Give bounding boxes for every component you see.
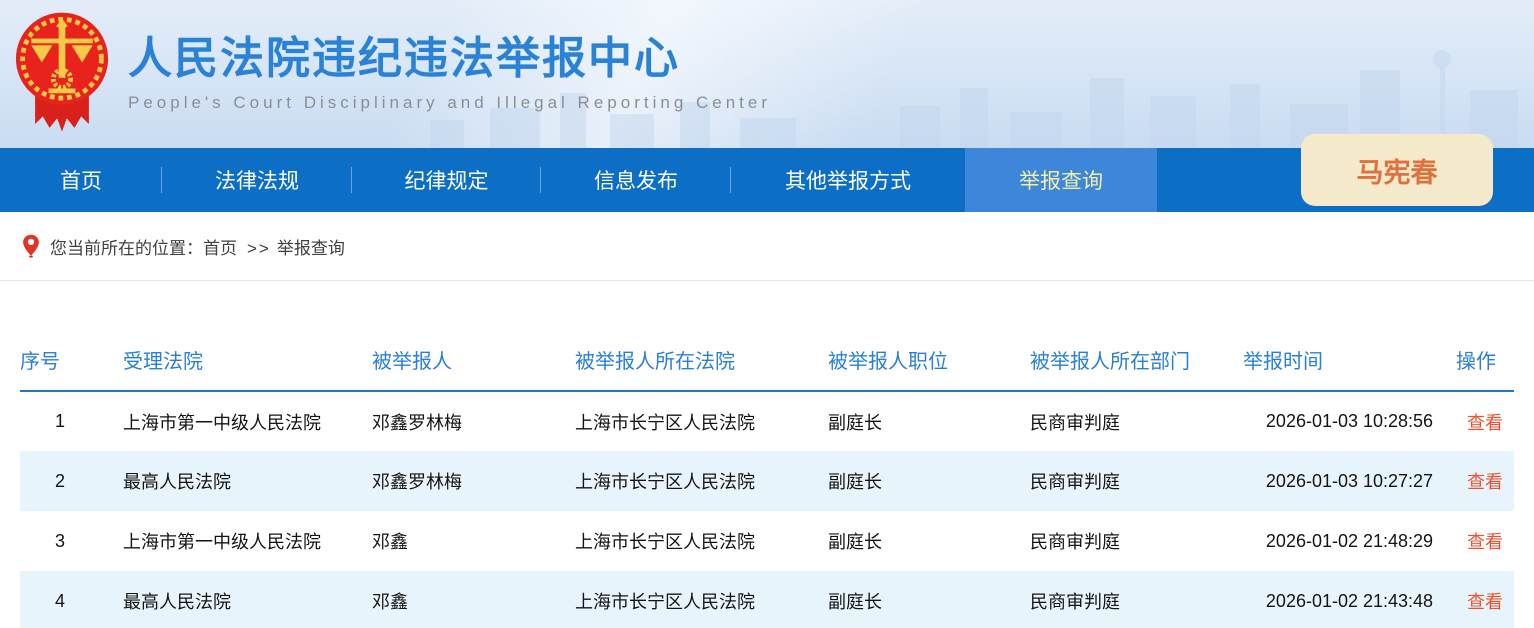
view-link[interactable]: 查看 xyxy=(1467,472,1503,492)
cell-position: 副庭长 xyxy=(828,391,1030,451)
col-header-seq: 序号 xyxy=(20,345,100,391)
breadcrumb-home-link[interactable]: 首页 xyxy=(203,239,237,258)
nav-item-report-query[interactable]: 举报查询 xyxy=(965,148,1157,212)
cell-seq: 1 xyxy=(20,391,100,451)
table-row: 4 最高人民法院 邓鑫 上海市长宁区人民法院 副庭长 民商审判庭 2026-01… xyxy=(20,571,1514,628)
table-row: 3 上海市第一中级人民法院 邓鑫 上海市长宁区人民法院 副庭长 民商审判庭 20… xyxy=(20,511,1514,571)
cell-reported-person: 邓鑫罗林梅 xyxy=(372,391,575,451)
cell-reported-court: 上海市长宁区人民法院 xyxy=(575,391,828,451)
site-header: 人民法院违纪违法举报中心 People's Court Disciplinary… xyxy=(0,0,1534,148)
court-emblem-logo xyxy=(14,10,110,142)
cell-reported-person: 邓鑫 xyxy=(372,511,575,571)
cell-seq: 2 xyxy=(20,451,100,511)
cell-accepting-court: 上海市第一中级人民法院 xyxy=(100,391,372,451)
col-header-accepting-court: 受理法院 xyxy=(100,345,372,391)
nav-item-discipline-rules[interactable]: 纪律规定 xyxy=(352,148,541,212)
cell-reported-person: 邓鑫 xyxy=(372,571,575,628)
cell-accepting-court: 最高人民法院 xyxy=(100,571,372,628)
col-header-reported-court: 被举报人所在法院 xyxy=(575,345,828,391)
user-name-badge[interactable]: 马宪春 xyxy=(1301,134,1493,206)
cell-report-time: 2026-01-02 21:48:29 xyxy=(1243,511,1456,571)
view-link[interactable]: 查看 xyxy=(1467,532,1503,552)
cell-reported-court: 上海市长宁区人民法院 xyxy=(575,451,828,511)
cell-department: 民商审判庭 xyxy=(1030,451,1243,511)
breadcrumb-current[interactable]: 举报查询 xyxy=(277,239,345,258)
location-pin-icon xyxy=(22,234,40,258)
cell-position: 副庭长 xyxy=(828,571,1030,628)
cell-reported-person: 邓鑫罗林梅 xyxy=(372,451,575,511)
table-header-row: 序号 受理法院 被举报人 被举报人所在法院 被举报人职位 被举报人所在部门 举报… xyxy=(20,345,1514,391)
cell-seq: 4 xyxy=(20,571,100,628)
cell-reported-court: 上海市长宁区人民法院 xyxy=(575,511,828,571)
cell-accepting-court: 上海市第一中级人民法院 xyxy=(100,511,372,571)
cell-department: 民商审判庭 xyxy=(1030,511,1243,571)
cell-report-time: 2026-01-03 10:28:56 xyxy=(1243,391,1456,451)
col-header-position: 被举报人职位 xyxy=(828,345,1030,391)
nav-item-information[interactable]: 信息发布 xyxy=(541,148,731,212)
table-row: 2 最高人民法院 邓鑫罗林梅 上海市长宁区人民法院 副庭长 民商审判庭 2026… xyxy=(20,451,1514,511)
col-header-department: 被举报人所在部门 xyxy=(1030,345,1243,391)
breadcrumb-prefix: 您当前所在的位置： xyxy=(50,239,203,258)
site-title: 人民法院违纪违法举报中心 xyxy=(128,35,771,83)
nav-item-other-report-methods[interactable]: 其他举报方式 xyxy=(731,148,965,212)
cell-accepting-court: 最高人民法院 xyxy=(100,451,372,511)
cell-department: 民商审判庭 xyxy=(1030,571,1243,628)
cell-report-time: 2026-01-03 10:27:27 xyxy=(1243,451,1456,511)
cell-position: 副庭长 xyxy=(828,511,1030,571)
table-row: 1 上海市第一中级人民法院 邓鑫罗林梅 上海市长宁区人民法院 副庭长 民商审判庭… xyxy=(20,391,1514,451)
site-subtitle: People's Court Disciplinary and Illegal … xyxy=(128,93,771,113)
cell-reported-court: 上海市长宁区人民法院 xyxy=(575,571,828,628)
breadcrumb-separator: >> xyxy=(247,239,271,258)
cell-department: 民商审判庭 xyxy=(1030,391,1243,451)
nav-item-home[interactable]: 首页 xyxy=(0,148,162,212)
view-link[interactable]: 查看 xyxy=(1467,413,1503,433)
col-header-action: 操作 xyxy=(1456,345,1514,391)
breadcrumb: 您当前所在的位置：首页 >> 举报查询 xyxy=(0,212,1534,281)
cell-position: 副庭长 xyxy=(828,451,1030,511)
col-header-report-time: 举报时间 xyxy=(1243,345,1456,391)
col-header-reported-person: 被举报人 xyxy=(372,345,575,391)
cell-report-time: 2026-01-02 21:43:48 xyxy=(1243,571,1456,628)
main-nav: 首页 法律法规 纪律规定 信息发布 其他举报方式 举报查询 马宪春 xyxy=(0,148,1534,212)
report-query-table: 序号 受理法院 被举报人 被举报人所在法院 被举报人职位 被举报人所在部门 举报… xyxy=(20,345,1514,628)
view-link[interactable]: 查看 xyxy=(1467,592,1503,612)
nav-item-laws[interactable]: 法律法规 xyxy=(162,148,352,212)
cell-seq: 3 xyxy=(20,511,100,571)
